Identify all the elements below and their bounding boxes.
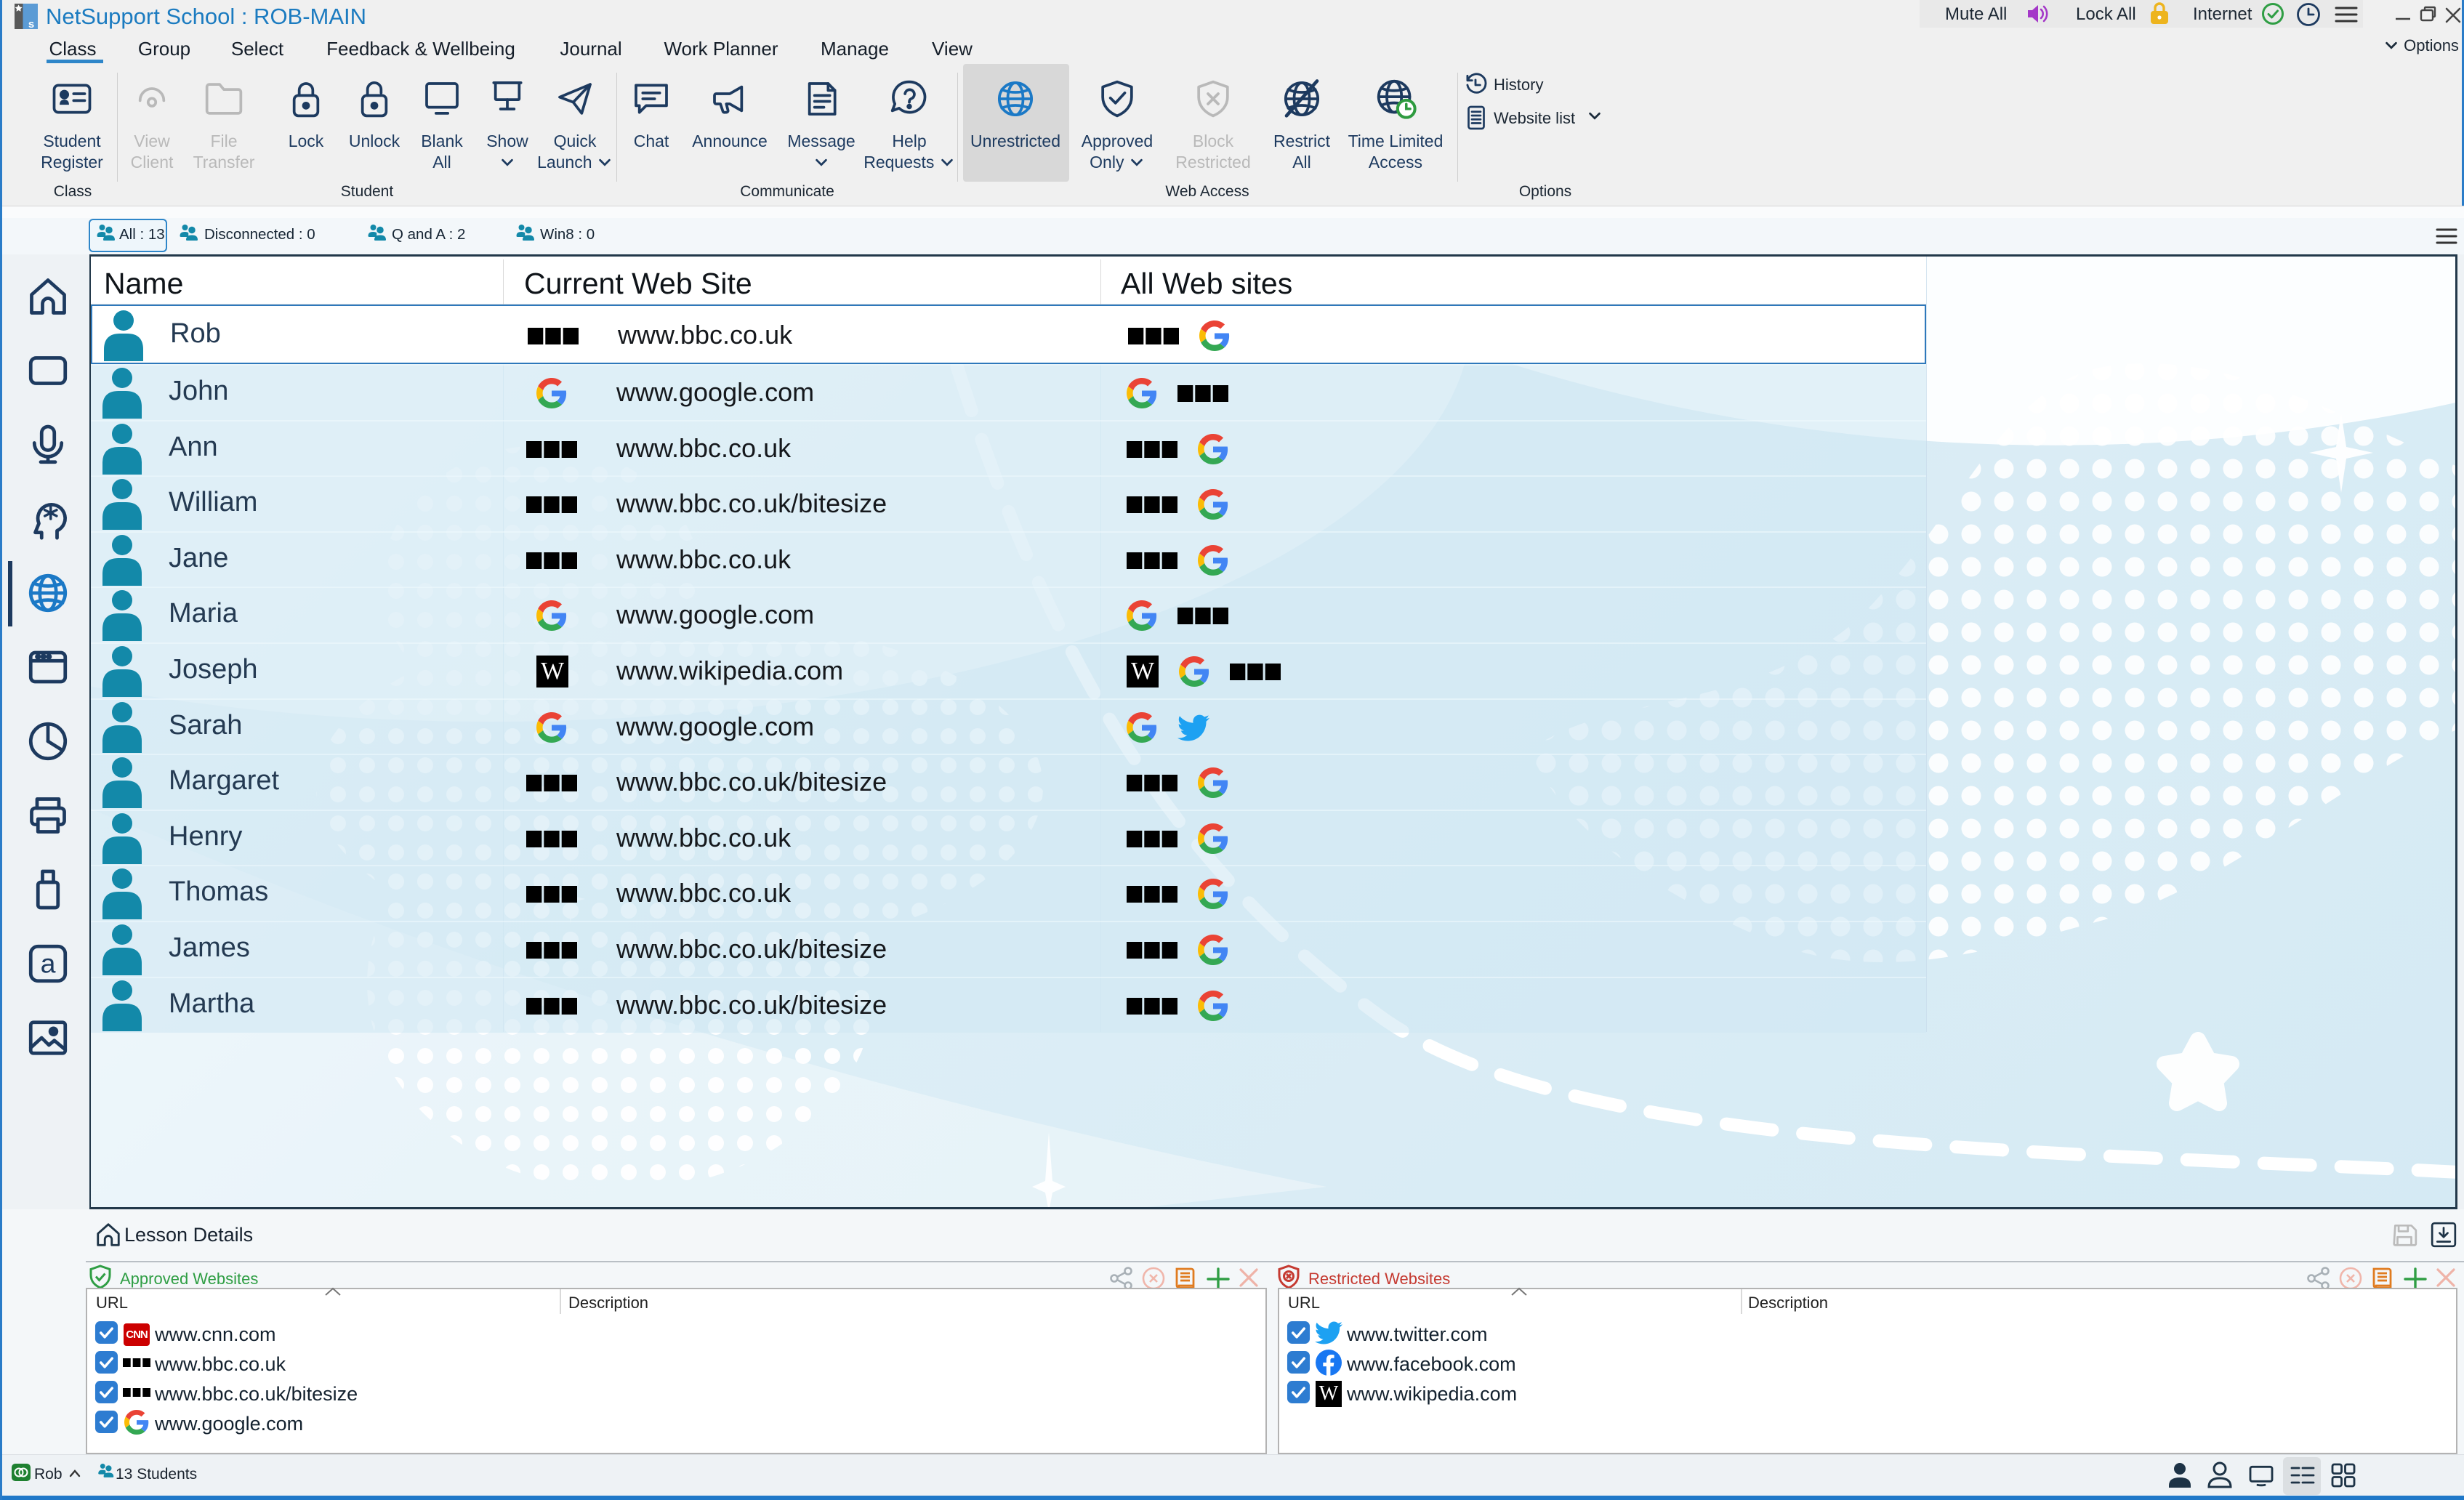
svg-text:a: a bbox=[41, 948, 56, 979]
svg-text:s: s bbox=[28, 18, 34, 29]
